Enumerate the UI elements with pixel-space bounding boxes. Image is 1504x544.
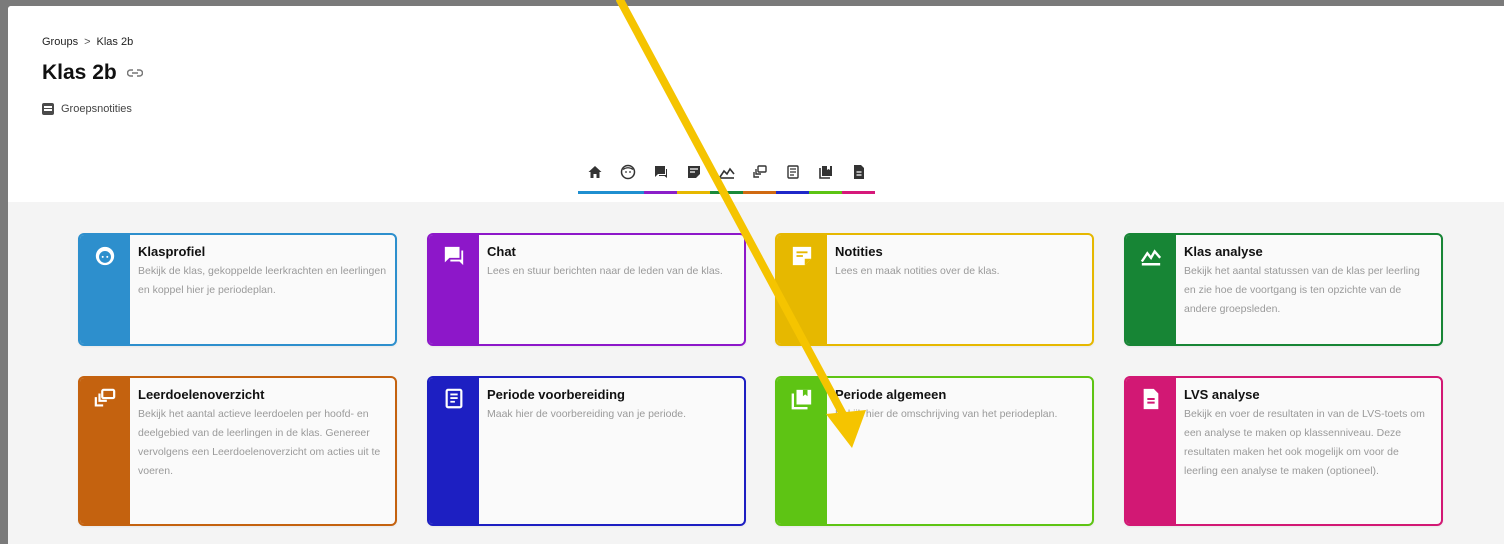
card-title: Periode algemeen <box>835 387 947 402</box>
card-title: Notities <box>835 244 883 259</box>
note-icon <box>687 166 700 178</box>
card-title: Klas analyse <box>1184 244 1263 259</box>
card-title: Periode voorbereiding <box>487 387 625 402</box>
card-description: Bekijk de klas, gekoppelde leerkrachten … <box>138 265 387 296</box>
card-description: Bekijk en voer de resultaten in van de L… <box>1184 408 1425 477</box>
chat-icon <box>654 166 667 178</box>
tab-voorbereiding[interactable] <box>776 158 809 194</box>
card-leerdoelenoverzicht[interactable]: Leerdoelenoverzicht Bekijk het aantal ac… <box>78 376 397 526</box>
tab-chat[interactable] <box>644 158 677 194</box>
card-description: Bekijk hier de omschrijving van het peri… <box>835 408 1058 420</box>
card-title: Leerdoelenoverzicht <box>138 387 265 402</box>
tab-indicator <box>809 191 842 194</box>
content-area: Klasprofiel Bekijk de klas, gekoppelde l… <box>8 202 1504 544</box>
tab-indicator <box>578 191 611 194</box>
tab-notities[interactable] <box>677 158 710 194</box>
group-notes-link[interactable]: Groepsnotities <box>42 103 132 115</box>
book-icon <box>791 389 812 410</box>
face-icon <box>620 164 635 180</box>
book-icon <box>818 166 832 179</box>
app-window: Groups > Klas 2b Klas 2b Groepsnotities <box>8 6 1504 544</box>
tab-indicator <box>842 191 875 194</box>
breadcrumb-current: Klas 2b <box>96 36 134 48</box>
card-periode-voorbereiding[interactable]: Periode voorbereiding Maak hier de voorb… <box>427 376 746 526</box>
tab-leerdoelen[interactable] <box>743 158 776 194</box>
document-icon <box>853 165 864 179</box>
tab-indicator <box>611 191 644 194</box>
card-klas-analyse[interactable]: Klas analyse Bekijk het aantal statussen… <box>1124 233 1443 346</box>
card-description: Bekijk het aantal statussen van de klas … <box>1184 265 1420 315</box>
tab-indicator <box>710 191 743 194</box>
card-strip <box>1126 235 1176 344</box>
card-chat[interactable]: Chat Lees en stuur berichten naar de led… <box>427 233 746 346</box>
card-strip <box>80 235 130 344</box>
card-strip <box>1126 378 1176 524</box>
chat-icon <box>444 246 464 266</box>
analysis-icon <box>1140 249 1162 266</box>
card-strip <box>80 378 130 524</box>
tab-indicator <box>743 191 776 194</box>
card-strip <box>429 235 479 344</box>
card-description: Maak hier de voorbereiding van je period… <box>487 408 687 420</box>
tab-klas-analyse[interactable] <box>710 158 743 194</box>
preparation-icon <box>445 388 463 409</box>
preparation-icon <box>786 165 799 179</box>
goals-icon <box>752 165 767 178</box>
tab-home[interactable] <box>578 158 611 194</box>
page-title-text: Klas 2b <box>42 61 117 84</box>
card-lvs-analyse[interactable]: LVS analyse Bekijk en voer de resultaten… <box>1124 376 1443 526</box>
card-description: Lees en maak notities over de klas. <box>835 265 1000 277</box>
link-icon[interactable] <box>126 68 143 78</box>
card-description: Lees en stuur berichten naar de leden va… <box>487 265 723 277</box>
notes-icon <box>42 103 54 115</box>
page-title: Klas 2b <box>42 61 143 85</box>
card-notities[interactable]: Notities Lees en maak notities over de k… <box>775 233 1094 346</box>
card-strip <box>777 378 827 524</box>
tab-lvs-analyse[interactable] <box>842 158 875 194</box>
card-strip <box>429 378 479 524</box>
card-title: Chat <box>487 244 516 259</box>
card-periode-algemeen[interactable]: Periode algemeen Bekijk hier de omschrij… <box>775 376 1094 526</box>
tab-bar <box>578 158 875 194</box>
breadcrumb: Groups > Klas 2b <box>42 36 133 48</box>
analysis-icon <box>718 167 735 179</box>
document-icon <box>1143 388 1159 410</box>
card-strip <box>777 235 827 344</box>
card-klasprofiel[interactable]: Klasprofiel Bekijk de klas, gekoppelde l… <box>78 233 397 346</box>
card-title: LVS analyse <box>1184 387 1260 402</box>
tab-klasprofiel[interactable] <box>611 158 644 194</box>
card-title: Klasprofiel <box>138 244 206 259</box>
card-description: Bekijk het aantal actieve leerdoelen per… <box>138 408 381 477</box>
note-icon <box>792 246 812 266</box>
group-notes-label: Groepsnotities <box>61 103 132 115</box>
tab-periode-algemeen[interactable] <box>809 158 842 194</box>
tab-indicator <box>644 191 677 194</box>
face-icon <box>95 246 115 266</box>
breadcrumb-separator: > <box>84 36 91 48</box>
tab-indicator <box>677 191 710 194</box>
goals-icon <box>94 388 116 407</box>
page-header: Groups > Klas 2b Klas 2b Groepsnotities <box>8 6 1504 202</box>
tab-indicator <box>776 191 809 194</box>
breadcrumb-groups-link[interactable]: Groups <box>42 36 78 48</box>
home-icon <box>588 166 601 178</box>
